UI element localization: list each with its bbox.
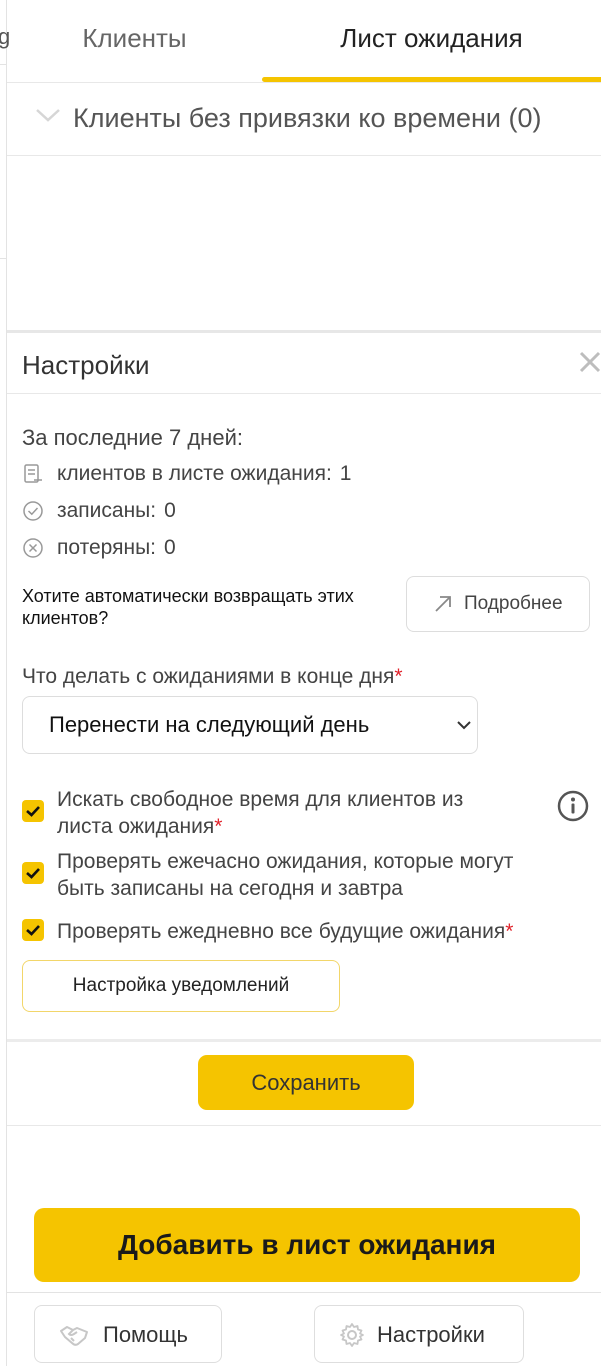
end-of-day-text: Что делать с ожиданиями в конце дня bbox=[22, 665, 395, 688]
divider bbox=[0, 64, 6, 65]
checkbox-label: Проверять ежечасно ожидания, которые мог… bbox=[57, 848, 513, 902]
save-bar: Сохранить bbox=[7, 1039, 601, 1126]
checkbox-label-line: быть записаны на сегодня и завтра bbox=[57, 877, 403, 900]
stat-value: 0 bbox=[164, 536, 176, 559]
tab-waiting-list[interactable]: Лист ожидания bbox=[262, 0, 601, 82]
divider bbox=[0, 258, 6, 259]
checkbox-label: Искать свободное время для клиентов из л… bbox=[57, 786, 463, 840]
checkbox-label: Проверять ежедневно все будущие ожидания… bbox=[57, 918, 513, 945]
stat-value: 1 bbox=[339, 462, 352, 485]
group-title: Клиенты без привязки ко времени (0) bbox=[73, 103, 542, 133]
stat-label: клиентов в листе ожидания: bbox=[57, 462, 332, 485]
selected-value: Перенести на следующий день bbox=[49, 712, 370, 737]
checkbox-search-free-time[interactable] bbox=[22, 800, 44, 822]
tab-bar: Клиенты Лист ожидания bbox=[7, 0, 601, 83]
settings-header: Настройки bbox=[7, 333, 601, 394]
checkbox-label-line: листа ожидания bbox=[57, 815, 215, 838]
checkbox-hourly-check[interactable] bbox=[22, 862, 44, 884]
arrow-up-right-icon bbox=[435, 596, 451, 612]
active-tab-indicator bbox=[262, 77, 601, 82]
stats-heading: За последние 7 дней: bbox=[22, 425, 243, 450]
info-icon[interactable] bbox=[557, 790, 589, 822]
help-button[interactable]: Помощь bbox=[34, 1305, 222, 1363]
left-panel-edge: g bbox=[0, 0, 10, 1366]
end-of-day-label: Что делать с ожиданиями в конце дня* bbox=[22, 665, 403, 689]
stat-label: потеряны: bbox=[57, 536, 156, 559]
list-icon bbox=[24, 464, 42, 483]
tab-clients[interactable]: Клиенты bbox=[7, 0, 262, 82]
end-of-day-select[interactable]: Перенести на следующий день bbox=[22, 696, 478, 754]
tab-label: Клиенты bbox=[82, 23, 187, 53]
settings-button[interactable]: Настройки bbox=[314, 1305, 524, 1363]
checkbox-daily-check[interactable] bbox=[22, 919, 44, 941]
notification-settings-button[interactable]: Настройка уведомлений bbox=[22, 960, 340, 1012]
required-mark: * bbox=[505, 920, 514, 943]
checkbox-label-line: Искать свободное время для клиентов из bbox=[57, 788, 464, 811]
settings-title: Настройки bbox=[22, 350, 150, 380]
auto-return-question: Хотите автоматически возвращать этих кли… bbox=[22, 586, 354, 628]
add-to-waiting-list-button[interactable]: Добавить в лист ожидания bbox=[34, 1208, 580, 1282]
chevron-down-icon bbox=[36, 109, 60, 122]
more-info-label: Подробнее bbox=[464, 593, 563, 614]
group-clients-no-time[interactable]: Клиенты без привязки ко времени (0) bbox=[7, 83, 601, 156]
chevron-down-icon bbox=[457, 721, 471, 730]
checkmark-icon bbox=[26, 925, 40, 936]
tab-label: Лист ожидания bbox=[340, 23, 523, 53]
x-circle-icon bbox=[23, 538, 43, 558]
help-label: Помощь bbox=[103, 1322, 188, 1347]
settings-label: Настройки bbox=[377, 1322, 485, 1347]
checkmark-icon bbox=[26, 806, 40, 817]
footer-bar: Помощь Настройки bbox=[7, 1292, 601, 1367]
checkbox-label-line: Проверять ежечасно ожидания, которые мог… bbox=[57, 850, 514, 873]
stat-value: 0 bbox=[164, 499, 176, 522]
required-mark: * bbox=[214, 815, 223, 838]
more-info-button[interactable]: Подробнее bbox=[406, 576, 590, 632]
handshake-icon bbox=[60, 1326, 88, 1346]
save-button[interactable]: Сохранить bbox=[198, 1055, 414, 1110]
required-mark: * bbox=[394, 665, 403, 688]
gear-icon bbox=[340, 1323, 364, 1347]
close-icon[interactable] bbox=[575, 347, 601, 377]
checkbox-label-line: Проверять ежедневно все будущие ожидания bbox=[57, 920, 506, 943]
settings-panel: Настройки За последние 7 дней: клиентов … bbox=[7, 330, 601, 1126]
checkmark-icon bbox=[26, 868, 40, 879]
check-circle-icon bbox=[23, 501, 43, 521]
stat-label: записаны: bbox=[57, 499, 157, 522]
